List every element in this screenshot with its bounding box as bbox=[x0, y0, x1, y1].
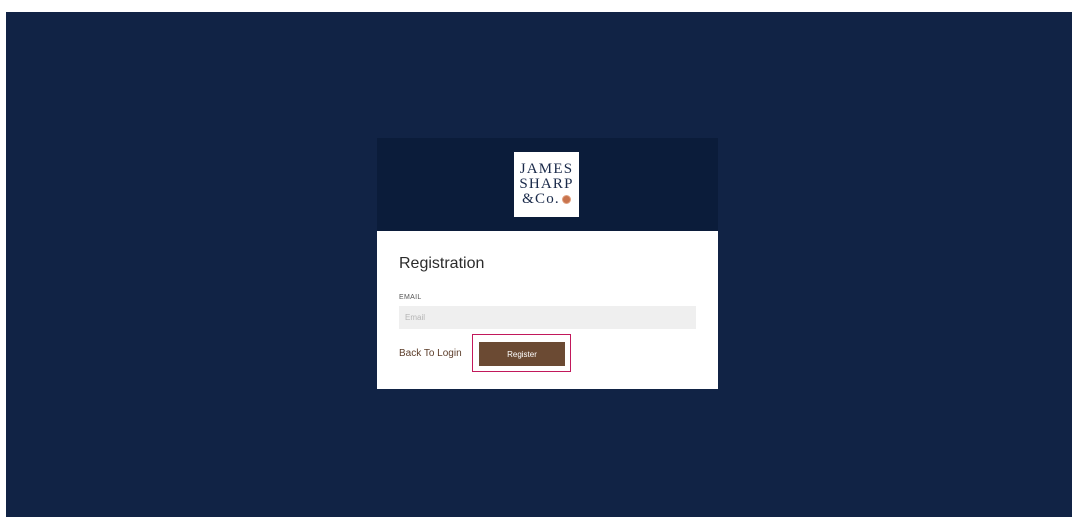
card-body: Registration EMAIL Back To Login Registe… bbox=[377, 231, 718, 389]
page-title: Registration bbox=[399, 255, 485, 272]
card-header: JAMES SHARP &Co. bbox=[377, 138, 718, 231]
back-to-login-link[interactable]: Back To Login bbox=[399, 348, 462, 359]
logo-line-2: SHARP bbox=[519, 176, 574, 192]
logo-line-1: JAMES bbox=[519, 161, 574, 177]
register-button[interactable]: Register bbox=[479, 342, 565, 366]
page-background: JAMES SHARP &Co. Registration EMAIL Back… bbox=[6, 12, 1072, 517]
register-focus-highlight: Register bbox=[472, 334, 571, 372]
email-field[interactable] bbox=[399, 306, 696, 329]
company-logo: JAMES SHARP &Co. bbox=[514, 152, 579, 217]
logo-line-3: &Co. bbox=[522, 191, 560, 207]
coin-icon bbox=[561, 195, 571, 204]
logo-line-3-wrap: &Co. bbox=[522, 192, 571, 207]
registration-card: JAMES SHARP &Co. Registration EMAIL Back… bbox=[377, 138, 718, 389]
email-label: EMAIL bbox=[399, 294, 422, 301]
